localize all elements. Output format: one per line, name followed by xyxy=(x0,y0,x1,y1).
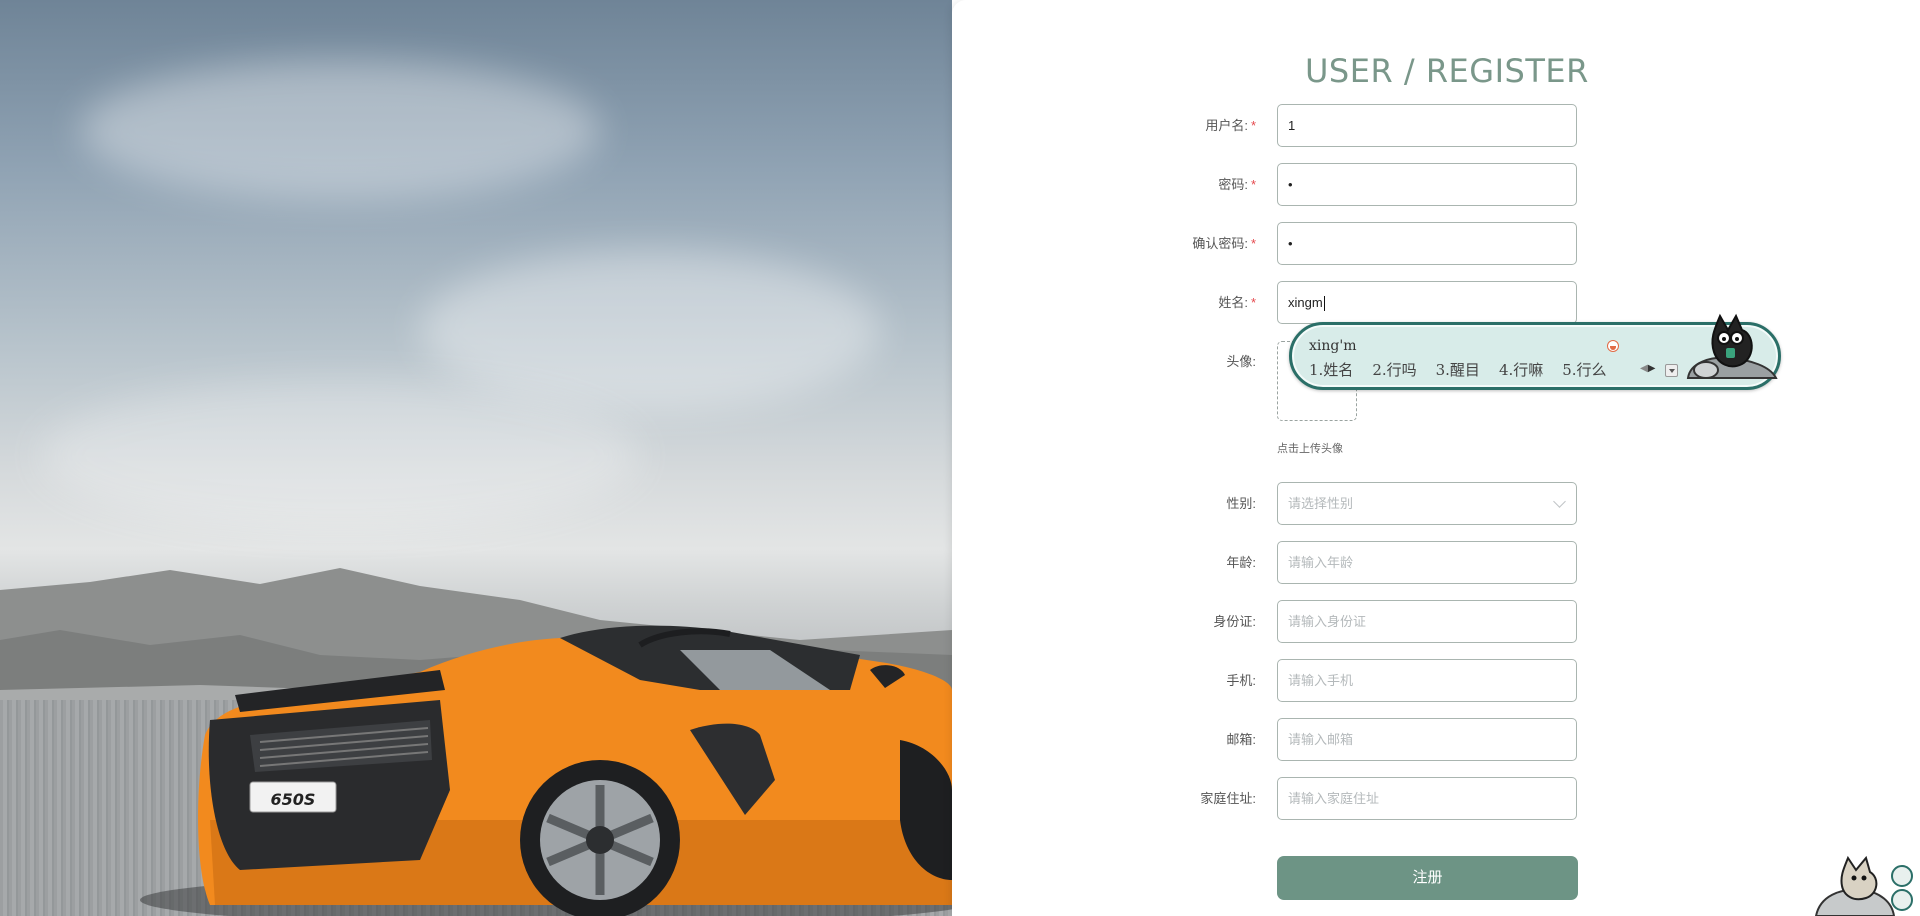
id-card-row: 身份证: 请输入身份证 xyxy=(1100,600,1577,644)
ime-candidate[interactable]: 5.行么 xyxy=(1562,361,1606,379)
name-label: 姓名: * xyxy=(1218,295,1256,310)
page-title: USER / REGISTER xyxy=(1305,52,1589,90)
required-mark: * xyxy=(1250,236,1256,251)
address-label: 家庭住址: xyxy=(1200,791,1256,806)
email-row: 邮箱: 请输入邮箱 xyxy=(1100,718,1577,762)
password-label: 密码: * xyxy=(1218,177,1256,192)
address-row: 家庭住址: 请输入家庭住址 xyxy=(1100,777,1577,821)
ime-status-icon[interactable] xyxy=(1607,340,1619,352)
confirm-password-label: 确认密码: * xyxy=(1192,236,1256,251)
id-card-input[interactable]: 请输入身份证 xyxy=(1277,600,1577,643)
gender-select[interactable]: 请选择性别 xyxy=(1277,482,1577,525)
background-scene: 650S xyxy=(0,0,952,916)
ime-candidate[interactable]: 1.姓名 xyxy=(1309,361,1353,379)
age-row: 年龄: 请输入年龄 xyxy=(1100,541,1577,585)
required-mark: * xyxy=(1250,118,1256,133)
ime-candidate[interactable]: 3.醒目 xyxy=(1436,361,1480,379)
text-caret xyxy=(1323,296,1325,312)
confirm-password-row: 确认密码: * • xyxy=(1100,222,1577,266)
age-input[interactable]: 请输入年龄 xyxy=(1277,541,1577,584)
confirm-password-input[interactable]: • xyxy=(1277,222,1577,265)
email-input[interactable]: 请输入邮箱 xyxy=(1277,718,1577,761)
password-input[interactable]: • xyxy=(1277,163,1577,206)
password-row: 密码: * • xyxy=(1100,163,1577,207)
required-mark: * xyxy=(1250,177,1256,192)
name-input-value: xingm xyxy=(1288,295,1323,310)
age-label: 年龄: xyxy=(1226,555,1256,570)
license-plate-text: 650S xyxy=(271,790,316,809)
ime-candidate[interactable]: 2.行吗 xyxy=(1372,361,1416,379)
username-row: 用户名: * 1 xyxy=(1100,104,1577,148)
phone-label: 手机: xyxy=(1226,673,1256,688)
phone-input[interactable]: 请输入手机 xyxy=(1277,659,1577,702)
chevron-down-icon xyxy=(1553,495,1566,508)
ime-menu-icon[interactable] xyxy=(1665,364,1678,377)
email-label: 邮箱: xyxy=(1226,732,1256,747)
corner-mascot-icon xyxy=(1814,855,1913,916)
ime-mascot-icon xyxy=(1686,313,1778,379)
ime-candidate[interactable]: 4.行嘛 xyxy=(1499,361,1543,379)
avatar-upload-tip: 点击上传头像 xyxy=(1277,443,1343,455)
register-button[interactable]: 注册 xyxy=(1277,856,1578,900)
name-input[interactable]: xingm xyxy=(1277,281,1577,324)
id-card-label: 身份证: xyxy=(1213,614,1256,629)
name-row: 姓名: * xingm xyxy=(1100,281,1577,325)
car-image: 650S xyxy=(140,625,952,916)
required-mark: * xyxy=(1250,295,1256,310)
ime-pinyin: xing'm xyxy=(1309,338,1357,354)
gender-placeholder: 请选择性别 xyxy=(1288,496,1354,511)
username-input[interactable]: 1 xyxy=(1277,104,1577,147)
arrow-left-icon[interactable]: ◀ xyxy=(1640,363,1648,374)
phone-row: 手机: 请输入手机 xyxy=(1100,659,1577,703)
gender-row: 性别: 请选择性别 xyxy=(1100,482,1577,526)
ime-candidates: 1.姓名 2.行吗 3.醒目 4.行嘛 5.行么 xyxy=(1309,359,1626,380)
username-label: 用户名: * xyxy=(1205,118,1256,133)
ime-page-arrows: ◀▶ xyxy=(1640,363,1655,374)
address-input[interactable]: 请输入家庭住址 xyxy=(1277,777,1577,820)
gender-label: 性别: xyxy=(1226,496,1256,511)
arrow-right-icon[interactable]: ▶ xyxy=(1648,363,1656,374)
avatar-label: 头像: xyxy=(1226,354,1256,369)
